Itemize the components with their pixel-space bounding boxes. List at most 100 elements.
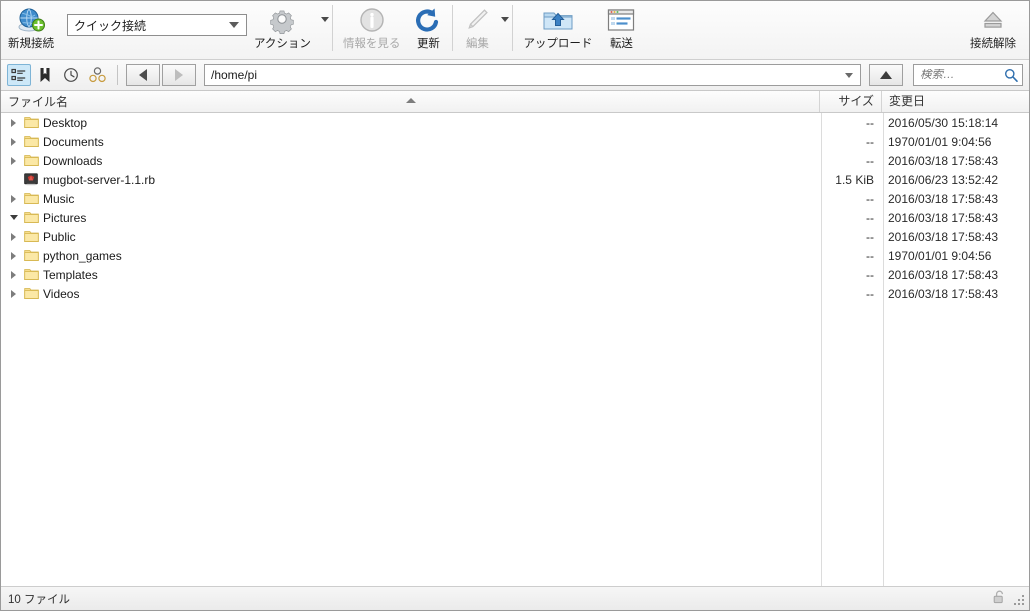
file-size-cell: -- — [866, 210, 874, 225]
folder-icon — [21, 192, 41, 205]
table-row[interactable]: Desktop -- 2016/05/30 15:18:14 — [1, 113, 1029, 132]
new-connection-button[interactable]: 新規接続 — [1, 1, 61, 59]
file-size-cell: -- — [866, 134, 874, 149]
chevron-right-icon[interactable] — [6, 118, 21, 127]
upload-button[interactable]: アップロード — [516, 1, 599, 59]
globe-plus-icon — [16, 5, 46, 35]
bookmark-icon[interactable] — [33, 64, 57, 86]
pencil-icon — [463, 5, 491, 35]
table-row[interactable]: Pictures -- 2016/03/18 17:58:43 — [1, 208, 1029, 227]
refresh-button[interactable]: 更新 — [407, 1, 449, 59]
chevron-down-icon[interactable] — [6, 215, 21, 220]
main-toolbar: 新規接続 クイック接続 アクション 情報を見る 更新 編集 アップロード 転送 … — [1, 1, 1029, 60]
column-header-name-label: ファイル名 — [8, 95, 69, 109]
file-name-cell: Pictures — [1, 211, 819, 225]
table-row[interactable]: Documents -- 1970/01/01 9:04:56 — [1, 132, 1029, 151]
table-row[interactable]: Public -- 2016/03/18 17:58:43 — [1, 227, 1029, 246]
table-row[interactable]: Music -- 2016/03/18 17:58:43 — [1, 189, 1029, 208]
network-share-icon[interactable] — [85, 64, 109, 86]
file-name-cell: mugbot-server-1.1.rb — [1, 173, 819, 187]
column-header-date[interactable]: 変更日 — [881, 91, 1029, 112]
navigation-bar: /home/pi — [1, 60, 1029, 91]
table-row[interactable]: Downloads -- 2016/03/18 17:58:43 — [1, 151, 1029, 170]
file-name-label: Pictures — [43, 210, 87, 225]
file-name-label: Templates — [43, 267, 98, 282]
column-header-size[interactable]: サイズ — [819, 91, 881, 112]
search-icon — [1005, 69, 1018, 82]
eject-icon — [979, 5, 1007, 35]
action-dropdown-arrow-icon[interactable] — [320, 17, 329, 22]
search-input[interactable] — [913, 64, 1023, 86]
file-size-cell: -- — [866, 229, 874, 244]
table-row[interactable]: python_games -- 1970/01/01 9:04:56 — [1, 246, 1029, 265]
file-date-cell: 2016/03/18 17:58:43 — [888, 229, 999, 244]
path-chevron-down-icon[interactable] — [845, 72, 853, 78]
chevron-right-icon[interactable] — [6, 156, 21, 165]
chevron-right-icon[interactable] — [6, 137, 21, 146]
file-list: Desktop -- 2016/05/30 15:18:14 Documents -- 1… — [1, 113, 1029, 303]
folder-icon — [21, 287, 41, 300]
forward-arrow-icon[interactable] — [162, 64, 196, 86]
new-connection-label: 新規接続 — [8, 38, 54, 50]
file-date-cell: 2016/03/18 17:58:43 — [888, 286, 999, 301]
file-size-cell: -- — [866, 248, 874, 263]
toolbar-divider-2 — [452, 5, 454, 51]
disconnect-button[interactable]: 接続解除 — [963, 1, 1023, 59]
file-name-label: Public — [43, 229, 76, 244]
folder-icon — [21, 211, 41, 224]
table-row[interactable]: Videos -- 2016/03/18 17:58:43 — [1, 284, 1029, 303]
get-info-label: 情報を見る — [342, 38, 401, 50]
column-header-row: ファイル名 サイズ 変更日 — [1, 91, 1029, 113]
file-date-cell: 2016/05/30 15:18:14 — [888, 115, 999, 130]
get-info-button[interactable]: 情報を見る — [336, 1, 408, 59]
file-date-cell: 2016/03/18 17:58:43 — [888, 210, 999, 225]
folder-icon — [21, 268, 41, 281]
chevron-right-icon[interactable] — [6, 194, 21, 203]
parent-directory-button[interactable] — [869, 64, 903, 86]
back-arrow-icon[interactable] — [126, 64, 160, 86]
clock-icon[interactable] — [59, 64, 83, 86]
file-name-label: Desktop — [43, 115, 88, 130]
path-input[interactable]: /home/pi — [204, 64, 861, 86]
status-bar: 10 ファイル — [1, 586, 1029, 610]
quick-connect-value: クイック接続 — [74, 18, 147, 33]
column-header-name[interactable]: ファイル名 — [1, 93, 819, 110]
resize-grip-icon[interactable] — [1012, 593, 1024, 605]
upload-label: アップロード — [523, 38, 593, 50]
file-count-label: 10 ファイル — [8, 593, 70, 606]
file-name-cell: Templates — [1, 268, 819, 282]
toolbar-divider-3 — [512, 5, 514, 51]
chevron-down-icon — [229, 22, 239, 28]
table-row[interactable]: Templates -- 2016/03/18 17:58:43 — [1, 265, 1029, 284]
chevron-right-icon[interactable] — [6, 289, 21, 298]
file-name-cell: python_games — [1, 249, 819, 263]
edit-button[interactable]: 編集 — [456, 1, 498, 59]
edit-dropdown-arrow-icon[interactable] — [501, 17, 510, 22]
chevron-right-icon[interactable] — [6, 251, 21, 260]
refresh-label: 更新 — [416, 38, 440, 50]
folder-icon — [21, 116, 41, 129]
disconnect-label: 接続解除 — [970, 38, 1016, 50]
action-button[interactable]: アクション — [247, 1, 318, 59]
file-name-cell: Public — [1, 230, 819, 244]
table-row[interactable]: mugbot-server-1.1.rb 1.5 KiB 2016/06/23 13… — [1, 170, 1029, 189]
file-name-label: Documents — [43, 134, 104, 149]
action-label: アクション — [254, 38, 311, 50]
file-size-cell: -- — [866, 115, 874, 130]
file-size-cell: -- — [866, 191, 874, 206]
quick-connect-combobox[interactable]: クイック接続 — [67, 14, 247, 36]
file-name-label: python_games — [43, 248, 122, 263]
file-date-cell: 1970/01/01 9:04:56 — [888, 248, 992, 263]
forward-triangle — [175, 69, 183, 81]
file-name-label: mugbot-server-1.1.rb — [43, 172, 156, 187]
transfer-button[interactable]: 転送 — [599, 1, 643, 59]
transfer-window-icon — [606, 5, 636, 35]
file-name-cell: Downloads — [1, 154, 819, 168]
chevron-right-icon[interactable] — [6, 270, 21, 279]
gear-icon — [266, 5, 298, 35]
tree-view-icon[interactable] — [7, 64, 31, 86]
folder-icon — [21, 154, 41, 167]
file-name-label: Downloads — [43, 153, 103, 168]
chevron-right-icon[interactable] — [6, 232, 21, 241]
search-text-field[interactable] — [920, 69, 1004, 81]
